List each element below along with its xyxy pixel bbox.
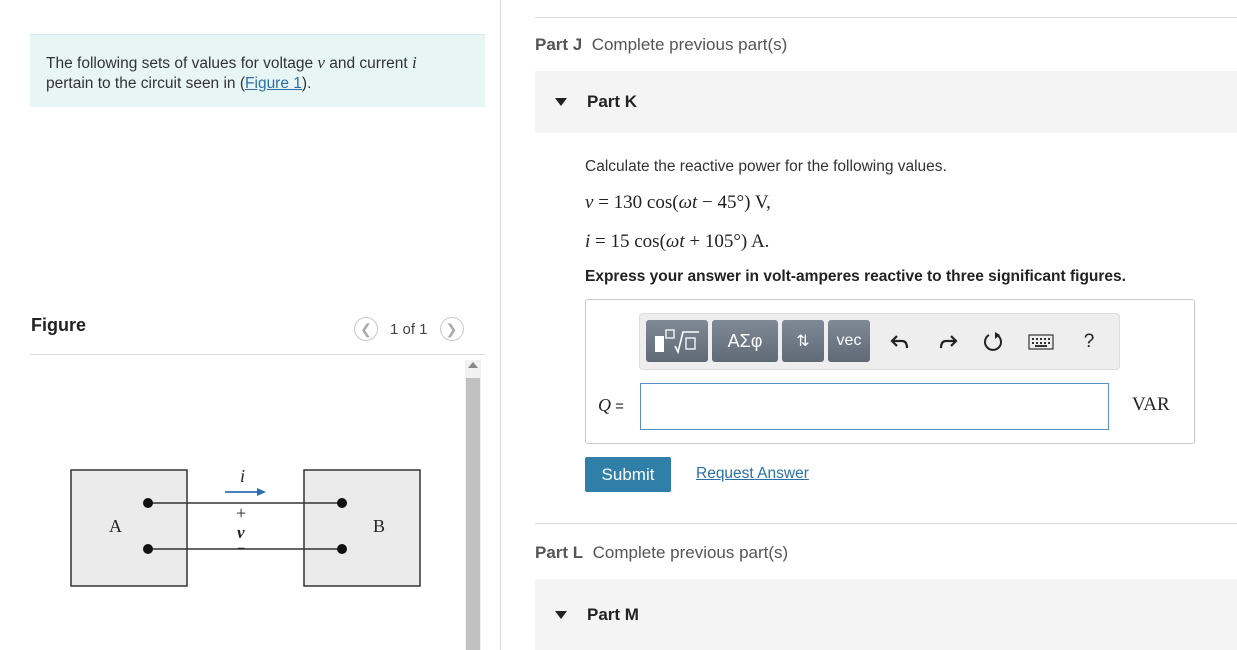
scroll-up-icon[interactable] xyxy=(468,362,478,368)
collapse-triangle-icon xyxy=(555,610,567,619)
math-templates-icon[interactable] xyxy=(646,320,708,362)
greek-symbols-button[interactable]: ΑΣφ xyxy=(712,320,778,362)
terminal-dot xyxy=(143,544,153,554)
collapse-triangle-icon xyxy=(555,98,567,106)
circuit-figure: A B i + v − xyxy=(70,466,421,587)
current-symbol: i xyxy=(411,53,417,72)
scrollbar-thumb[interactable] xyxy=(466,378,480,650)
problem-intro: The following sets of values for voltage… xyxy=(30,34,485,107)
intro-text: ). xyxy=(301,75,312,92)
help-button[interactable]: ? xyxy=(1077,330,1101,354)
question-prompt: Calculate the reactive power for the fol… xyxy=(585,158,947,175)
current-arrowhead xyxy=(257,488,266,496)
up-down-arrows-icon[interactable]: ⇅ xyxy=(782,320,824,362)
box-b-label: B xyxy=(373,516,385,536)
current-equation: i = 15 cos(ωt + 105°) A. xyxy=(585,231,769,253)
eq-text: + 105°) A. xyxy=(684,231,770,252)
minus-sign: − xyxy=(237,541,245,557)
eq-text: = 130 cos( xyxy=(593,192,679,213)
divider xyxy=(535,523,1237,524)
part-k-header[interactable]: Part K xyxy=(535,71,1237,133)
answer-variable-label: Q = xyxy=(598,395,624,416)
voltage-label: v xyxy=(237,523,245,542)
unit-label: VAR xyxy=(1132,394,1170,415)
submit-button[interactable]: Submit xyxy=(585,457,671,492)
q-symbol: Q xyxy=(598,395,611,415)
terminal-dot xyxy=(337,498,347,508)
divider xyxy=(535,17,1237,18)
pager-text: 1 of 1 xyxy=(390,320,428,338)
voltage-equation: v = 130 cos(ωt − 45°) V, xyxy=(585,192,771,214)
chevron-right-icon[interactable]: ❯ xyxy=(439,317,464,341)
figure-pager: ❮ 1 of 1 ❯ xyxy=(354,316,464,342)
voltage-symbol: v xyxy=(317,53,325,72)
chevron-left-icon[interactable]: ❮ xyxy=(354,317,378,341)
part-m-header[interactable]: Part M xyxy=(535,579,1237,650)
eq-symbol: ω xyxy=(665,231,680,252)
intro-text: pertain to the circuit seen in ( xyxy=(46,75,246,92)
figure-title: Figure xyxy=(31,315,87,335)
box-a-label: A xyxy=(109,516,122,536)
terminal-dot xyxy=(143,498,153,508)
part-k-label: Part K xyxy=(587,92,638,111)
figure-link[interactable]: Figure 1 xyxy=(245,75,302,92)
part-j-status: Complete previous part(s) xyxy=(591,35,788,54)
eq-symbol: ω xyxy=(678,192,692,213)
intro-text: The following sets of values for voltage xyxy=(46,55,318,72)
request-answer-link[interactable]: Request Answer xyxy=(696,465,809,483)
eq-text: − 45°) V, xyxy=(697,192,771,213)
equals-sign: = xyxy=(611,398,624,415)
vector-button[interactable]: vec xyxy=(828,320,870,362)
part-l-label: Part L xyxy=(535,543,584,562)
part-j-label: Part J xyxy=(535,35,583,54)
column-divider xyxy=(500,0,501,650)
part-j: Part J Complete previous part(s) xyxy=(535,35,787,55)
part-l: Part L Complete previous part(s) xyxy=(535,543,788,563)
intro-text: and current xyxy=(324,55,412,72)
eq-text: = 15 cos( xyxy=(590,231,666,252)
reset-icon[interactable] xyxy=(981,330,1005,354)
divider xyxy=(30,354,485,355)
terminal-dot xyxy=(337,544,347,554)
current-label: i xyxy=(240,466,245,486)
answer-input[interactable] xyxy=(640,383,1109,430)
part-m-label: Part M xyxy=(587,604,639,624)
keyboard-icon[interactable] xyxy=(1028,330,1054,354)
box-a xyxy=(70,469,188,587)
redo-icon[interactable] xyxy=(936,330,960,354)
undo-icon[interactable] xyxy=(888,330,912,354)
part-l-status: Complete previous part(s) xyxy=(592,543,789,562)
box-b xyxy=(303,469,421,587)
answer-instruction: Express your answer in volt-amperes reac… xyxy=(585,268,1126,285)
plus-sign: + xyxy=(236,503,246,523)
